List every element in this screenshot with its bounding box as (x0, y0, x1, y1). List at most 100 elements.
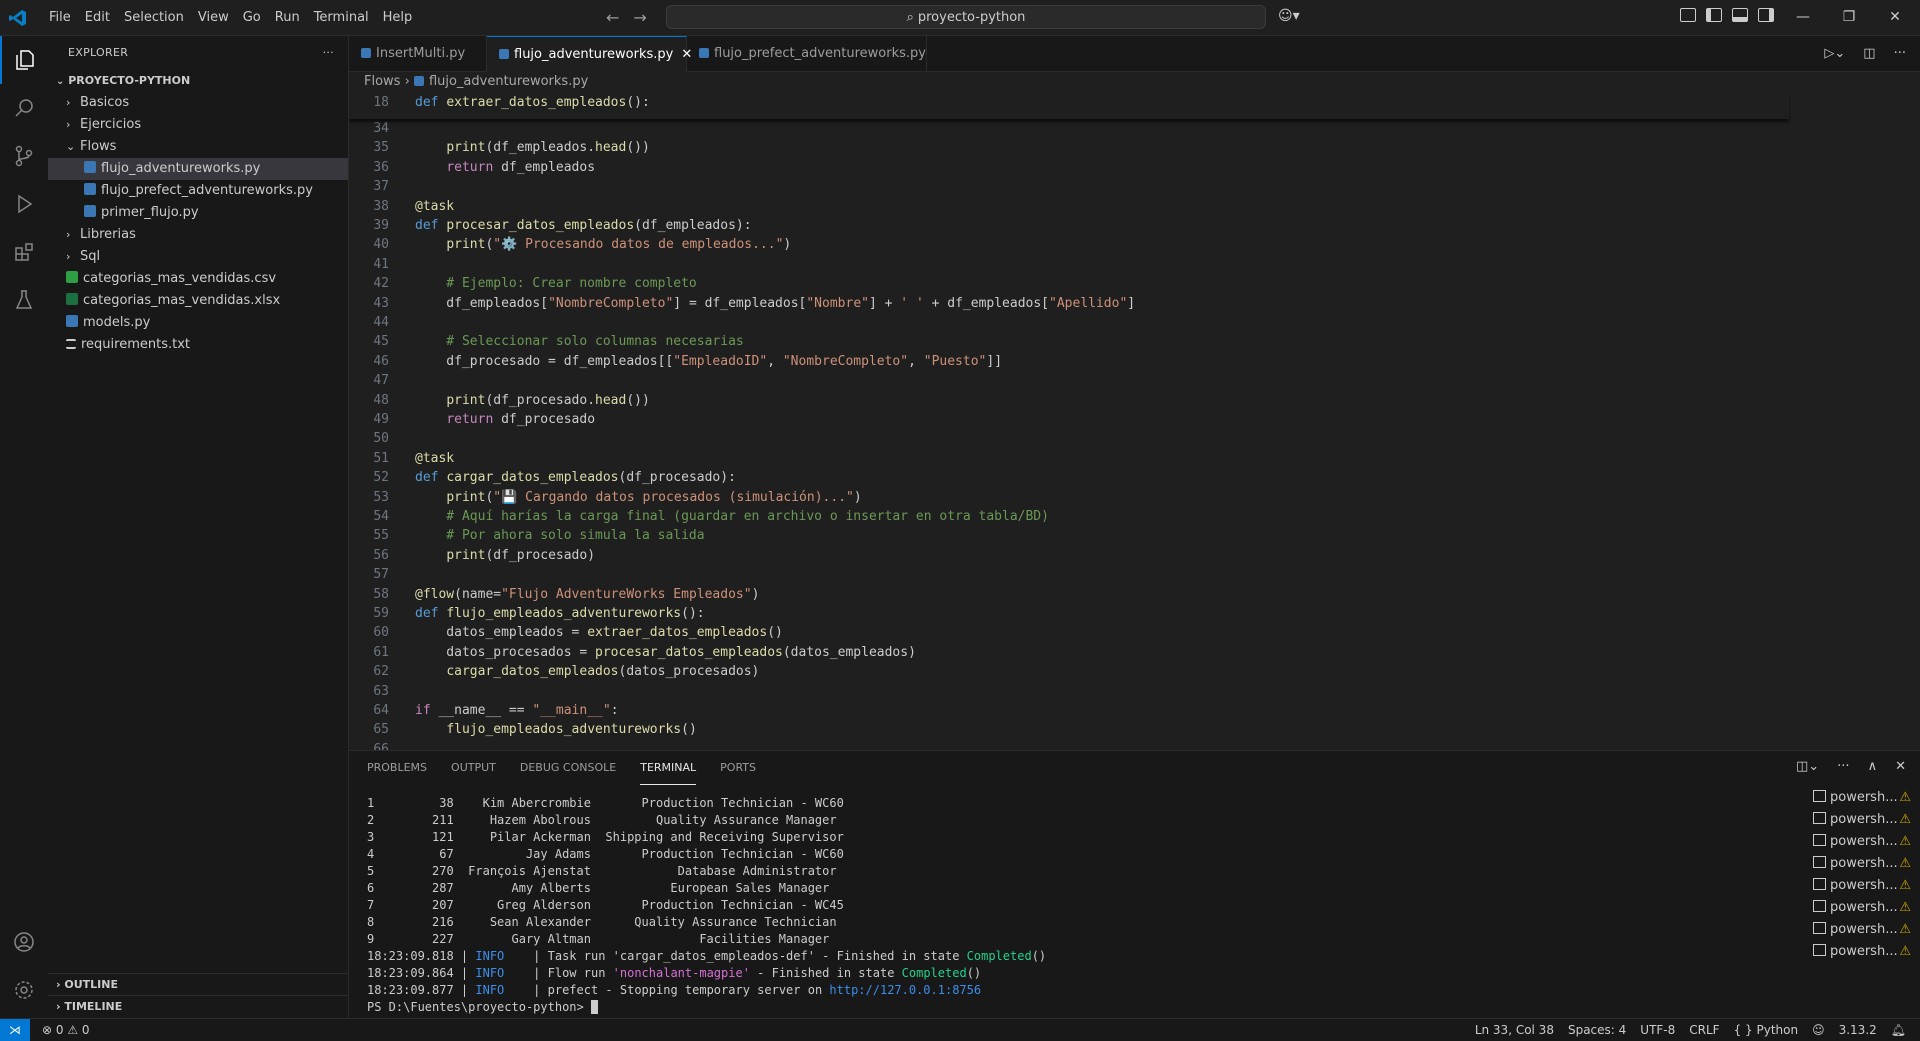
menu-run[interactable]: Run (268, 10, 307, 25)
close-icon[interactable]: ✕ (1872, 0, 1918, 35)
copilot-icon[interactable]: ☺▾ (1278, 8, 1300, 24)
run-debug-icon[interactable] (0, 180, 48, 228)
terminal-instance[interactable]: powersh... ⚠ (1807, 919, 1915, 941)
terminal-instance[interactable]: powersh... ⚠ (1807, 897, 1915, 919)
file-categorias-csv[interactable]: categorias_mas_vendidas.csv (48, 268, 348, 290)
terminal-icon (1813, 944, 1826, 956)
explorer-icon[interactable] (0, 36, 48, 84)
maximize-panel-icon[interactable]: ∧ (1868, 759, 1878, 774)
tab-debug-console[interactable]: DEBUG CONSOLE (520, 751, 616, 785)
file-flujo-adventureworks[interactable]: flujo_adventureworks.py (48, 158, 348, 180)
minimize-icon[interactable]: — (1780, 0, 1826, 35)
code-line: 61 datos_procesados = procesar_datos_emp… (349, 643, 916, 662)
copilot-status-icon[interactable]: ☺ (1812, 1019, 1825, 1041)
folder-basicos[interactable]: › Basicos (48, 92, 348, 114)
tab-insertmulti[interactable]: InsertMulti.py (349, 36, 487, 71)
more-actions-icon[interactable]: ··· (323, 36, 334, 70)
tab-terminal[interactable]: TERMINAL (640, 751, 697, 785)
menu-edit[interactable]: Edit (78, 10, 117, 25)
line-number: 35 (373, 140, 389, 156)
end-of-line[interactable]: CRLF (1689, 1019, 1719, 1041)
chevron-right-icon: › (66, 228, 71, 241)
terminal-icon (1813, 790, 1826, 802)
run-file-icon[interactable]: ▷⌄ (1824, 46, 1845, 61)
menu-terminal[interactable]: Terminal (307, 10, 376, 25)
file-models[interactable]: models.py (48, 312, 348, 334)
terminal-instance[interactable]: powersh... ⚠ (1807, 831, 1915, 853)
workspace-root[interactable]: ⌄ PROYECTO-PYTHON (48, 70, 348, 92)
toggle-panel-icon[interactable] (1732, 8, 1748, 22)
more-actions-icon[interactable]: ··· (1894, 46, 1906, 61)
file-primer-flujo[interactable]: primer_flujo.py (48, 202, 348, 224)
timeline-section[interactable]: › TIMELINE (48, 995, 356, 1018)
settings-icon[interactable] (0, 966, 48, 1014)
breadcrumb-file[interactable]: flujo_adventureworks.py (429, 74, 588, 89)
source-control-icon[interactable] (0, 132, 48, 180)
toggle-sidebar-icon[interactable] (1706, 8, 1722, 22)
tab-flujo-adventureworks[interactable]: flujo_adventureworks.py ✕ (487, 36, 692, 72)
terminal-instance[interactable]: powersh... ⚠ (1807, 787, 1915, 809)
python-version[interactable]: 3.13.2 (1839, 1019, 1877, 1041)
folder-label: Sql (80, 249, 101, 264)
split-editor-icon[interactable]: ◫ (1863, 46, 1875, 61)
back-arrow-icon[interactable]: ← (606, 8, 619, 27)
notifications-icon[interactable]: 🔔︎ (1891, 1019, 1906, 1041)
line-number: 34 (373, 121, 389, 136)
sticky-scroll[interactable]: 18 def extraer_datos_empleados(): (349, 93, 1789, 119)
terminal-name: powersh... (1830, 900, 1898, 915)
new-terminal-icon[interactable]: ◫⌄ (1796, 759, 1819, 774)
search-icon[interactable] (0, 84, 48, 132)
terminal-instance[interactable]: powersh... ⚠ (1807, 875, 1915, 897)
testing-icon[interactable] (0, 276, 48, 324)
terminal-row: 6 287 Amy Alberts European Sales Manager (367, 881, 830, 895)
menu-selection[interactable]: Selection (117, 10, 191, 25)
warning-icon: ⚠ (1899, 856, 1911, 871)
account-icon[interactable] (0, 918, 48, 966)
file-categorias-xlsx[interactable]: categorias_mas_vendidas.xlsx (48, 290, 348, 312)
forward-arrow-icon[interactable]: → (633, 8, 646, 27)
code-line: 50 (349, 429, 389, 448)
customize-layout-icon[interactable] (1680, 8, 1696, 22)
menu-go[interactable]: Go (236, 10, 268, 25)
problems-status[interactable]: ⊗ 0 ⚠ 0 (42, 1019, 90, 1041)
code-editor[interactable]: 18 def extraer_datos_empleados(): 34 35 pr… (349, 93, 1920, 750)
breadcrumb-folder[interactable]: Flows (364, 74, 400, 89)
indentation[interactable]: Spaces: 4 (1568, 1019, 1626, 1041)
outline-section[interactable]: › OUTLINE (48, 973, 356, 996)
menu-file[interactable]: File (42, 10, 78, 25)
terminal-output[interactable]: 1 38 Kim Abercrombie Production Technici… (367, 795, 1046, 1016)
language-mode[interactable]: { } Python (1734, 1019, 1799, 1041)
terminal-instance[interactable]: powersh... ⚠ (1807, 809, 1915, 831)
tab-output[interactable]: OUTPUT (451, 751, 496, 785)
terminal-name: powersh... (1830, 790, 1898, 805)
code-text: print("💾 Cargando datos procesados (simu… (446, 489, 862, 505)
tab-problems[interactable]: PROBLEMS (367, 751, 427, 785)
folder-librerias[interactable]: › Librerias (48, 224, 348, 246)
toggle-secondary-sidebar-icon[interactable] (1758, 8, 1774, 22)
more-actions-icon[interactable]: ··· (1837, 759, 1849, 774)
tab-flujo-prefect-adventureworks[interactable]: flujo_prefect_adventureworks.py (687, 36, 927, 71)
restore-icon[interactable]: ❐ (1826, 0, 1872, 35)
code-text: @task (415, 450, 455, 466)
file-requirements[interactable]: requirements.txt (48, 334, 348, 356)
close-panel-icon[interactable]: ✕ (1895, 759, 1906, 774)
python-file-icon (84, 205, 96, 217)
menu-help[interactable]: Help (376, 10, 420, 25)
remote-icon[interactable]: ⋊ (0, 1019, 30, 1041)
encoding[interactable]: UTF-8 (1640, 1019, 1675, 1041)
terminal-instance[interactable]: powersh... ⚠ (1807, 941, 1915, 963)
terminal-list: powersh... ⚠ powersh... ⚠ powersh... ⚠ powersh… (1807, 787, 1915, 963)
extensions-icon[interactable] (0, 228, 48, 276)
cursor-position[interactable]: Ln 33, Col 38 (1475, 1019, 1554, 1041)
menu-view[interactable]: View (191, 10, 236, 25)
code-line: 65 flujo_empleados_adventureworks() (349, 720, 696, 739)
terminal-instance[interactable]: powersh... ⚠ (1807, 853, 1915, 875)
command-center-search[interactable]: ⌕ proyecto-python (666, 5, 1266, 29)
file-flujo-prefect-adventureworks[interactable]: flujo_prefect_adventureworks.py (48, 180, 348, 202)
code-text: if __name__ == "__main__": (415, 703, 619, 718)
folder-sql[interactable]: › Sql (48, 246, 348, 268)
code-text: # Por ahora solo simula la salida (415, 528, 705, 544)
folder-flows[interactable]: ⌄ Flows (48, 136, 348, 158)
tab-ports[interactable]: PORTS (720, 751, 756, 785)
folder-ejercicios[interactable]: › Ejercicios (48, 114, 348, 136)
